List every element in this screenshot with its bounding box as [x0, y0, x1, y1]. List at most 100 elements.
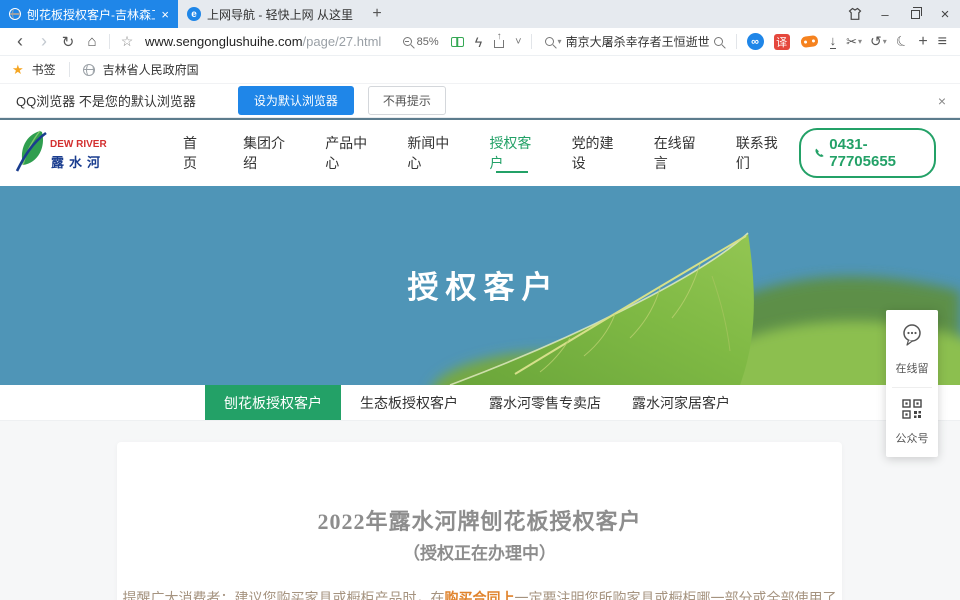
official-account-label: 公众号	[886, 430, 938, 446]
article-card: 2022年露水河牌刨花板授权客户 （授权正在办理中） 提醒广大消费者：建议您购买…	[117, 442, 842, 600]
phone-number: 0431-77705655	[829, 136, 921, 170]
account-icon[interactable]: ∞	[747, 33, 764, 50]
caret-down-icon[interactable]: ▾	[558, 37, 562, 46]
svg-text:露水河: 露水河	[51, 155, 105, 170]
translate-icon[interactable]: 译	[774, 34, 790, 50]
scissors-icon: ✂	[846, 34, 857, 50]
online-message-label: 在线留	[886, 360, 938, 376]
close-window-button[interactable]: ×	[930, 0, 960, 28]
forward-button[interactable]: ›	[32, 29, 56, 55]
nav-item-about[interactable]: 集团介绍	[224, 120, 306, 186]
url-host: www.sengonglushuihe.com	[145, 34, 303, 49]
tab-particleboard-clients[interactable]: 刨花板授权客户	[205, 385, 341, 420]
main-navigation: 首页 集团介绍 产品中心 新闻中心 授权客户 党的建设 在线留言 联系我们	[164, 120, 799, 186]
home-button[interactable]: ⌂	[80, 29, 104, 55]
game-center-icon[interactable]	[800, 35, 818, 48]
address-bar[interactable]: www.sengonglushuihe.com/page/27.html	[139, 34, 403, 49]
screenshot-button[interactable]: ✂ ▾	[846, 34, 862, 50]
page-globe-icon	[9, 8, 21, 20]
night-mode-icon[interactable]: ☾	[893, 31, 912, 52]
client-category-tabs: 刨花板授权客户 生态板授权客户 露水河零售专卖店 露水河家居客户	[0, 385, 960, 421]
navigation-site-icon: e	[187, 7, 201, 21]
history-icon: ↺	[870, 33, 882, 50]
accelerate-icon[interactable]: ϟ	[475, 34, 482, 50]
zoom-out-icon[interactable]	[403, 37, 412, 46]
bookmarks-label[interactable]: 书签	[32, 61, 56, 78]
bookmark-globe-icon	[83, 64, 95, 76]
shirt-icon	[848, 7, 862, 21]
minimize-button[interactable]: –	[870, 0, 900, 28]
window-controls: – ×	[840, 0, 960, 28]
download-icon[interactable]: ↓	[830, 34, 837, 49]
tab-home-clients[interactable]: 露水河家居客户	[613, 385, 749, 420]
chat-bubble-icon	[900, 323, 924, 349]
notice-text: 一定要注明您所购家具或橱柜哪一部分或全部使用了	[515, 592, 837, 600]
chevron-down-icon[interactable]: ˅	[515, 36, 521, 48]
tab-close-icon[interactable]: ×	[161, 7, 169, 22]
tab-ecoboard-clients[interactable]: 生态板授权客户	[341, 385, 477, 420]
url-path: /page/27.html	[303, 34, 382, 49]
history-button[interactable]: ↺ ▾	[870, 33, 887, 50]
search-icon[interactable]	[714, 37, 723, 46]
notification-message: QQ浏览器 不是您的默认浏览器	[16, 91, 196, 110]
caret-down-icon: ▾	[883, 37, 887, 46]
browser-tab-active[interactable]: 刨花板授权客户-吉林森工远东林业 ×	[0, 0, 178, 28]
search-engine-icon	[545, 37, 554, 46]
search-hotword[interactable]: 南京大屠杀幸存者王恒逝世	[566, 33, 710, 50]
set-default-browser-button[interactable]: 设为默认浏览器	[238, 86, 354, 115]
nav-item-products[interactable]: 产品中心	[306, 120, 388, 186]
page-content: 2022年露水河牌刨花板授权客户 （授权正在办理中） 提醒广大消费者：建议您购买…	[0, 421, 960, 600]
add-extension-icon[interactable]: +	[918, 33, 927, 51]
site-logo[interactable]: DEW RIVER 露水河	[14, 127, 122, 180]
close-notification-icon[interactable]: ×	[938, 93, 946, 109]
official-account-button[interactable]: 公众号	[886, 399, 938, 446]
bookmark-star-button[interactable]: ☆	[115, 29, 139, 55]
consumer-notice: 提醒广大消费者：建议您购买家具或橱柜产品时，在购买合同上一定要注明您所购家具或橱…	[117, 588, 842, 600]
back-button[interactable]: ‹	[8, 29, 32, 55]
nav-item-authorized-clients[interactable]: 授权客户	[470, 120, 552, 186]
floating-contact-widget: 在线留 公众号	[886, 310, 938, 457]
bookmark-item[interactable]: 吉林省人民政府国	[103, 61, 199, 78]
notice-text: 提醒广大消费者：建议您购买家具或橱柜产品时，在	[123, 592, 445, 600]
browser-tab-bar: 刨花板授权客户-吉林森工远东林业 × e 上网导航 - 轻快上网 从这里开始 +…	[0, 0, 960, 28]
browser-toolbar: ‹ › ↻ ⌂ ☆ www.sengonglushuihe.com/page/2…	[0, 28, 960, 56]
tab-retail-stores[interactable]: 露水河零售专卖店	[477, 385, 613, 420]
browser-tab-nav-page[interactable]: e 上网导航 - 轻快上网 从这里开始	[178, 0, 362, 28]
nav-item-contact[interactable]: 联系我们	[717, 120, 799, 186]
phone-button[interactable]: 0431-77705655	[799, 128, 936, 178]
svg-text:DEW RIVER: DEW RIVER	[50, 139, 107, 150]
divider	[109, 34, 110, 49]
hero-title: 授权客户	[0, 262, 960, 307]
menu-icon[interactable]: ≡	[938, 33, 947, 51]
article-subtitle: （授权正在办理中）	[117, 539, 842, 564]
nav-item-party[interactable]: 党的建设	[553, 120, 635, 186]
dew-river-logo-icon: DEW RIVER 露水河	[14, 127, 122, 175]
search-box[interactable]: ▾ 南京大屠杀幸存者王恒逝世	[537, 33, 731, 50]
share-icon[interactable]	[494, 40, 504, 48]
refresh-button[interactable]: ↻	[56, 29, 80, 55]
maximize-button[interactable]	[900, 0, 930, 28]
qr-code-icon	[902, 399, 922, 419]
tab-title: 上网导航 - 轻快上网 从这里开始	[207, 6, 353, 23]
article-title: 2022年露水河牌刨花板授权客户	[117, 442, 842, 536]
dismiss-button[interactable]: 不再提示	[368, 86, 446, 115]
hero-banner: 授权客户	[0, 186, 960, 385]
caret-down-icon: ▾	[858, 37, 862, 46]
divider	[736, 34, 737, 49]
phone-icon	[814, 147, 825, 160]
default-browser-notification: QQ浏览器 不是您的默认浏览器 设为默认浏览器 不再提示 ×	[0, 84, 960, 118]
browser-skin-button[interactable]	[840, 0, 870, 28]
bookmarks-bar: ★ 书签 吉林省人民政府国	[0, 56, 960, 84]
online-message-button[interactable]: 在线留	[886, 323, 938, 376]
bookmarks-star-icon: ★	[12, 62, 24, 78]
reading-mode-icon[interactable]	[451, 37, 464, 47]
tab-title: 刨花板授权客户-吉林森工远东林业	[27, 6, 155, 23]
new-tab-button[interactable]: +	[362, 0, 392, 28]
zoom-level[interactable]: 85%	[417, 36, 439, 48]
divider	[531, 34, 532, 49]
nav-item-message[interactable]: 在线留言	[635, 120, 717, 186]
divider	[892, 387, 932, 388]
divider	[69, 62, 70, 77]
nav-item-news[interactable]: 新闻中心	[388, 120, 470, 186]
nav-item-home[interactable]: 首页	[164, 120, 224, 186]
